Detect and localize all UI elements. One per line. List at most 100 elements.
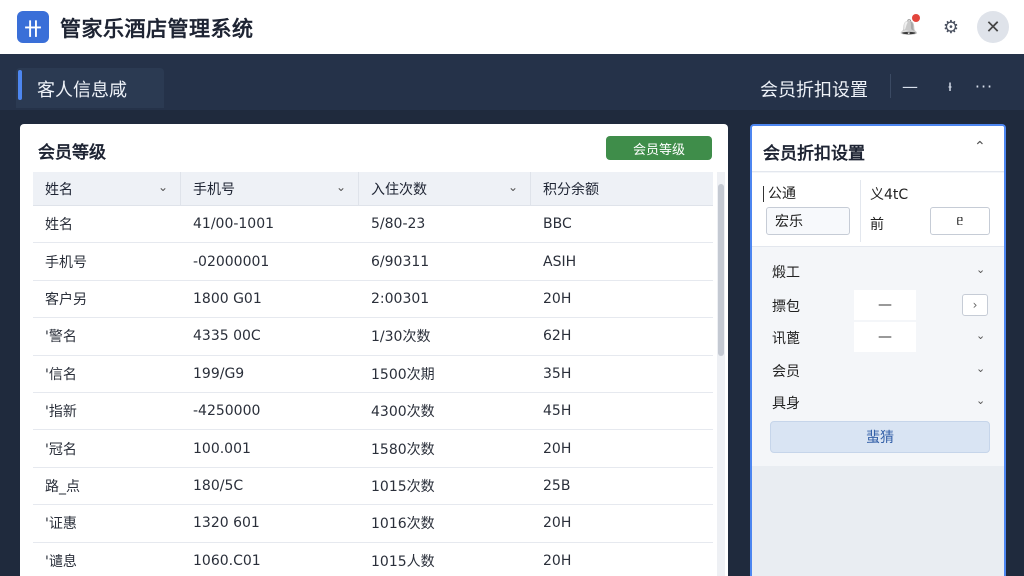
- cell: '警名: [45, 329, 77, 346]
- field1-input[interactable]: 宏乐: [766, 207, 850, 235]
- cell: 20H: [543, 440, 572, 457]
- notification-dot: [912, 14, 920, 22]
- active-tab-indicator: [18, 70, 22, 100]
- panel-title: 会员等级: [38, 143, 106, 163]
- table-row[interactable]: 客户另 1800 G01 2:00301 20H: [33, 281, 713, 319]
- cell: 100.001: [193, 440, 251, 457]
- column-header-label: 积分余额: [543, 181, 599, 198]
- cell: 20H: [543, 552, 572, 569]
- cell: '谴息: [45, 553, 77, 570]
- chevron-up-icon[interactable]: ⌃: [974, 139, 986, 155]
- close-button[interactable]: ✕: [977, 11, 1009, 43]
- member-level-panel: 会员等级 会员等级 姓名 ⌄ 手机号 ⌄ 入住次数 ⌄ 积分余额 姓名 41/00-10…: [20, 124, 728, 576]
- cell: 6/90311: [371, 253, 430, 270]
- option-label: 会员: [772, 364, 800, 380]
- cell: -02000001: [193, 253, 270, 270]
- guest-table: 姓名 ⌄ 手机号 ⌄ 入住次数 ⌄ 积分余额 姓名 41/00-1001 5/80-23 B…: [33, 172, 713, 576]
- cell: 1800 G01: [193, 290, 262, 307]
- cell: '冠名: [45, 441, 77, 458]
- column-header-label: 手机号: [193, 181, 235, 198]
- field2-label: 义4tC: [870, 187, 909, 203]
- option-label: 煅工: [772, 265, 800, 281]
- chevron-down-icon[interactable]: ⌄: [976, 329, 985, 342]
- confirm-button[interactable]: 蜚猜: [770, 421, 990, 453]
- table-body: 姓名 41/00-1001 5/80-23 BBC 手机号 -02000001 6/903…: [33, 206, 713, 576]
- member-level-button[interactable]: 会员等级: [606, 136, 712, 160]
- cell: ASIH: [543, 253, 577, 270]
- side-panel-footer: [752, 466, 1004, 576]
- cell: 1500次期: [371, 366, 435, 383]
- option-row[interactable]: 煅工 ⌄: [752, 254, 1004, 286]
- cell: '指新: [45, 404, 77, 421]
- table-row[interactable]: '指新 -4250000 4300次数 45H: [33, 393, 713, 431]
- field2-sublabel: 前: [870, 217, 884, 233]
- option-label: 具身: [772, 396, 800, 412]
- cell: 1/30次数: [371, 329, 431, 346]
- table-row[interactable]: 手机号 -02000001 6/90311 ASIH: [33, 243, 713, 281]
- cell: 20H: [543, 290, 572, 307]
- cell: 路_点: [45, 478, 80, 495]
- value-field[interactable]: —: [854, 290, 916, 320]
- column-header-label: 入住次数: [371, 181, 427, 198]
- chevron-down-icon[interactable]: ⌄: [336, 180, 346, 194]
- table-row[interactable]: 姓名 41/00-1001 5/80-23 BBC: [33, 206, 713, 244]
- title-bar: 卄 管家乐酒店管理系统 🔔 ⚙ ✕: [0, 0, 1024, 54]
- cell: 45H: [543, 403, 572, 420]
- cell: 199/G9: [193, 365, 245, 382]
- scrollbar-thumb[interactable]: [718, 184, 724, 356]
- cell: 2:00301: [371, 290, 430, 307]
- header-right-title: 会员折扣设置: [760, 80, 868, 101]
- chevron-down-icon[interactable]: ⌄: [508, 180, 518, 194]
- gear-icon[interactable]: ⚙: [936, 12, 966, 42]
- close-icon: ✕: [985, 16, 1001, 38]
- column-header-phone[interactable]: 手机号 ⌄: [181, 172, 359, 205]
- table-row[interactable]: '警名 4335 00C 1/30次数 62H: [33, 318, 713, 356]
- cell: 62H: [543, 328, 572, 345]
- app-logo-icon: 卄: [17, 11, 49, 43]
- cell: '证惠: [45, 516, 77, 533]
- pin-icon[interactable]: ᵼ: [936, 72, 964, 100]
- chevron-right-icon[interactable]: ›: [962, 294, 988, 316]
- column-header-points[interactable]: 积分余额: [531, 172, 713, 205]
- cell: 手机号: [45, 254, 87, 271]
- table-row[interactable]: '谴息 1060.C01 1015人数 20H: [33, 543, 713, 576]
- field2-input[interactable]: ᥱ: [930, 207, 990, 235]
- bell-icon[interactable]: 🔔: [894, 12, 924, 42]
- cell: '信名: [45, 366, 77, 383]
- field1-label: 公通: [763, 183, 796, 203]
- table-row[interactable]: 路_点 180/5C 1015次数 25B: [33, 468, 713, 506]
- chevron-down-icon[interactable]: ⌄: [976, 362, 985, 375]
- option-label: 摽包: [772, 299, 800, 315]
- option-row[interactable]: 会员 ⌄: [752, 353, 1004, 385]
- column-header-name[interactable]: 姓名 ⌄: [33, 172, 181, 205]
- value-field[interactable]: —: [854, 322, 916, 352]
- column-header-stays[interactable]: 入住次数 ⌄: [359, 172, 531, 205]
- chevron-down-icon[interactable]: ⌄: [158, 180, 168, 194]
- cell: 41/00-1001: [193, 216, 275, 233]
- tab-guest-info-label: 客人信息咸: [37, 80, 127, 101]
- cell: -4250000: [193, 403, 261, 420]
- page-header: 客人信息咸 会员折扣设置 — ᵼ ···: [0, 54, 1024, 110]
- side-panel-header: 会员折扣设置 ⌃: [752, 126, 1004, 172]
- table-row[interactable]: '信名 199/G9 1500次期 35H: [33, 356, 713, 393]
- cell: 客户另: [45, 291, 87, 308]
- cell: 4300次数: [371, 404, 435, 421]
- minimize-icon[interactable]: —: [896, 72, 924, 100]
- cell: 4335 00C: [193, 328, 261, 345]
- gear-glyph: ⚙: [942, 16, 960, 38]
- option-row[interactable]: 具身 ⌄: [752, 385, 1004, 417]
- cell: 35H: [543, 365, 572, 382]
- more-icon[interactable]: ···: [970, 72, 998, 100]
- table-row[interactable]: '证惠 1320 601 1016次数 20H: [33, 505, 713, 543]
- app-title: 管家乐酒店管理系统: [60, 17, 254, 41]
- chevron-down-icon[interactable]: ⌄: [976, 263, 985, 276]
- cell: 1015人数: [371, 553, 435, 570]
- cell: 20H: [543, 515, 572, 532]
- header-divider: [890, 74, 891, 98]
- cell: 25B: [543, 477, 571, 494]
- table-header: 姓名 ⌄ 手机号 ⌄ 入住次数 ⌄ 积分余额: [33, 172, 713, 206]
- table-row[interactable]: '冠名 100.001 1580次数 20H: [33, 430, 713, 468]
- chevron-down-icon[interactable]: ⌄: [976, 394, 985, 407]
- cell: 1580次数: [371, 441, 435, 458]
- discount-settings-panel: 会员折扣设置 ⌃ 公通 宏乐 义4tC 前 ᥱ 煅工 ⌄ 摽包 讯蓖 ⌄ 会员 ⌄ 具…: [750, 124, 1006, 576]
